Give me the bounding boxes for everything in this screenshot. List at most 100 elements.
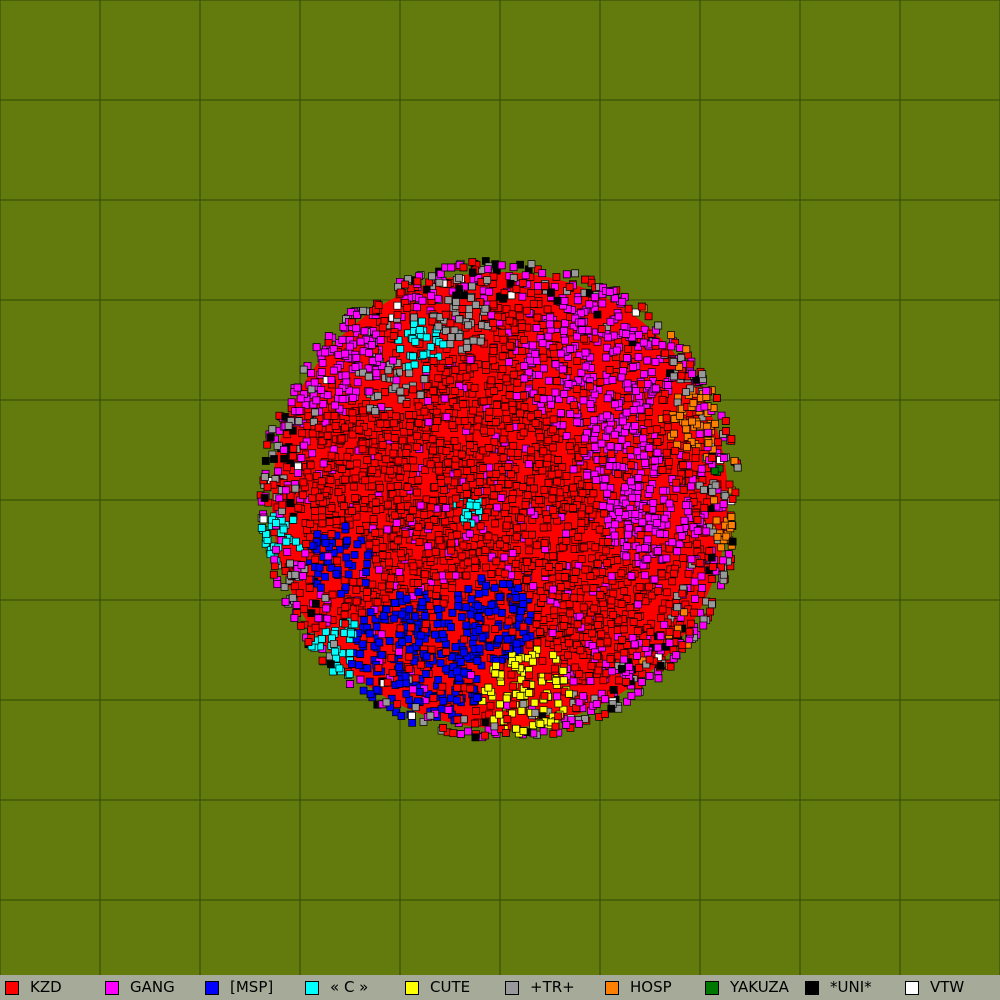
territory-cell: [324, 552, 333, 561]
territory-cell: [418, 317, 426, 326]
territory-cell: [409, 685, 417, 694]
territory-cell: [447, 623, 455, 632]
territory-cell: [351, 474, 360, 483]
territory-cell: [538, 656, 547, 665]
territory-cell: [315, 563, 324, 572]
territory-cell: [710, 496, 718, 505]
territory-cell: [682, 388, 690, 396]
territory-cell: [597, 630, 606, 639]
territory-cell: [365, 387, 374, 396]
territory-cell: [519, 391, 528, 400]
territory-cell: [614, 312, 623, 321]
territory-cell: [287, 398, 296, 407]
territory-cell: [326, 476, 335, 485]
territory-cell: [331, 647, 339, 656]
territory-cell: [498, 328, 506, 337]
territory-cell: [363, 456, 372, 465]
territory-cell: [444, 458, 452, 467]
territory-cell: [513, 378, 522, 387]
territory-cell: [270, 455, 278, 463]
territory-cell: [546, 320, 554, 329]
territory-cell: [552, 377, 561, 385]
territory-cell: [361, 476, 370, 485]
territory-cell: [361, 578, 370, 587]
territory-cell: [551, 664, 559, 673]
territory-cell: [633, 447, 642, 456]
territory-cell: [700, 485, 708, 494]
territory-cell: [688, 417, 696, 426]
map-canvas[interactable]: [0, 0, 1000, 975]
territory-cell: [463, 629, 472, 637]
territory-cell: [418, 296, 427, 305]
territory-cell: [495, 710, 504, 719]
territory-cell: [360, 616, 368, 624]
territory-cell: [416, 631, 425, 640]
territory-cell: [391, 599, 399, 607]
territory-cell: [561, 319, 569, 328]
territory-cell: [409, 385, 417, 394]
territory-cell: [651, 358, 660, 366]
territory-cell: [670, 569, 678, 578]
territory-cell: [445, 571, 453, 580]
territory-cell: [429, 387, 438, 395]
territory-cell: [544, 672, 553, 681]
territory-cell: [558, 365, 567, 374]
territory-cell: [477, 574, 486, 583]
territory-cell: [717, 543, 726, 552]
territory-cell: [512, 594, 520, 602]
territory-cell: [521, 271, 530, 280]
territory-cell: [662, 554, 671, 563]
territory-cell: [634, 353, 643, 361]
territory-cell: [389, 356, 397, 365]
territory-cell: [467, 595, 476, 604]
territory-cell: [545, 563, 553, 571]
territory-cell: [640, 451, 648, 460]
territory-cell: [620, 587, 629, 595]
territory-cell: [580, 334, 588, 343]
territory-map[interactable]: [0, 0, 1000, 975]
territory-cell: [544, 332, 553, 341]
territory-cell: [353, 459, 361, 468]
territory-cell: [628, 634, 637, 642]
territory-cell: [522, 306, 531, 315]
territory-cell: [289, 444, 298, 453]
territory-cell: [539, 523, 548, 532]
territory-cell: [479, 397, 488, 406]
territory-cell: [497, 608, 506, 617]
territory-cell: [586, 572, 595, 580]
territory-cell: [415, 638, 423, 647]
territory-cell: [409, 352, 417, 361]
territory-cell: [413, 303, 421, 312]
territory-cell: [727, 435, 736, 443]
territory-cell: [572, 385, 581, 393]
territory-cell: [660, 620, 669, 629]
territory-cell: [533, 613, 542, 621]
territory-cell: [408, 711, 416, 720]
territory-cell: [390, 614, 398, 623]
territory-cell: [713, 394, 721, 402]
territory-cell: [372, 498, 380, 507]
territory-cell: [299, 572, 307, 580]
territory-cell: [634, 688, 642, 697]
territory-cell: [439, 340, 448, 349]
territory-cell: [452, 298, 460, 306]
territory-cell: [590, 442, 599, 451]
territory-cell: [296, 621, 305, 630]
territory-cell: [707, 575, 716, 583]
territory-cell: [539, 727, 548, 736]
territory-cell: [447, 584, 456, 593]
territory-cell: [468, 282, 476, 291]
territory-cell: [534, 409, 542, 418]
territory-cell: [654, 643, 662, 652]
territory-cell: [378, 441, 387, 449]
territory-cell: [550, 606, 559, 615]
territory-cell: [551, 388, 560, 397]
territory-cell: [316, 583, 325, 592]
territory-cell: [671, 446, 679, 455]
territory-cell: [409, 562, 418, 571]
territory-cell: [585, 505, 594, 514]
territory-cell: [520, 336, 528, 344]
territory-cell: [317, 386, 325, 394]
territory-disc: [256, 257, 742, 742]
territory-cell: [347, 660, 356, 668]
